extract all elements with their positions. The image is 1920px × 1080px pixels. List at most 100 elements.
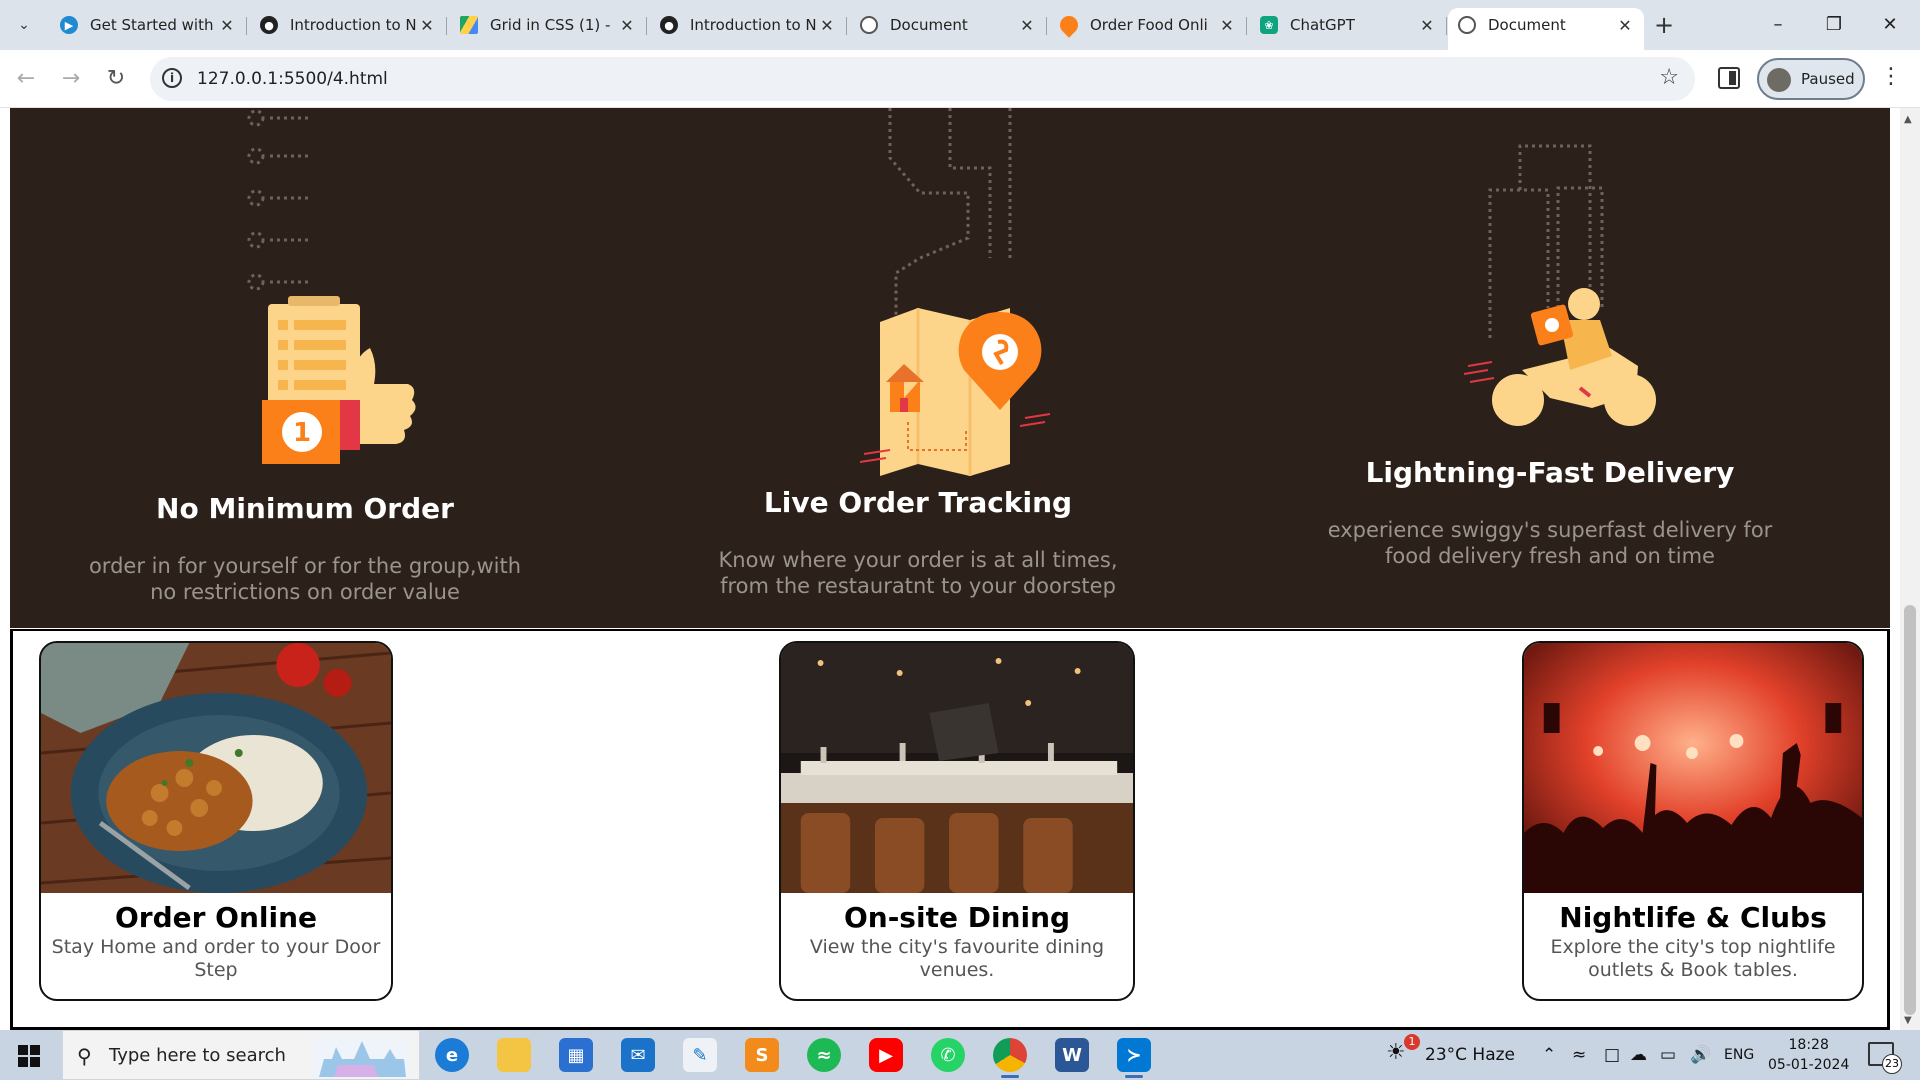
browser-tab[interactable]: Grid in CSS (1) - ✕	[450, 8, 647, 42]
profile-button[interactable]: Paused	[1757, 58, 1865, 100]
pdf-reader-icon[interactable]: ✎	[683, 1038, 717, 1072]
features-section: 1 No Minimum Order order in for yourself…	[10, 108, 1890, 628]
network-icon[interactable]: ≈	[1572, 1045, 1586, 1065]
show-hidden-icons-chevron-icon[interactable]: ⌃	[1542, 1045, 1556, 1065]
scrollbar-thumb[interactable]	[1904, 605, 1916, 1015]
browser-tab[interactable]: ● Introduction to N ✕	[650, 8, 847, 42]
bookmark-star-icon[interactable]: ☆	[1659, 65, 1679, 90]
feature-lightning-fast-delivery: Lightning-Fast Delivery experience swigg…	[1310, 456, 1790, 569]
menu-kebab-icon[interactable]: ⋮	[1880, 64, 1902, 89]
word-icon[interactable]: W	[1055, 1038, 1089, 1072]
back-button[interactable]: ←	[10, 63, 42, 95]
spotify-icon[interactable]: ≈	[807, 1038, 841, 1072]
browser-tab[interactable]: ▶ Get Started with ✕	[50, 8, 247, 42]
system-clock[interactable]: 18:28 05-01-2024	[1768, 1035, 1849, 1075]
browser-tab[interactable]: Order Food Onli ✕	[1050, 8, 1247, 42]
taskbar-search-box[interactable]: ⚲ Type here to search	[62, 1030, 420, 1080]
card-order-online[interactable]: Order Online Stay Home and order to your…	[39, 641, 393, 1001]
weather-icon[interactable]: ☀	[1386, 1040, 1406, 1065]
delivery-scooter-icon	[1463, 144, 1656, 426]
volume-icon[interactable]: 🔊	[1690, 1045, 1711, 1065]
forward-button[interactable]: →	[55, 63, 87, 95]
restaurant-interior-photo	[781, 643, 1133, 893]
close-window-button[interactable]: ✕	[1860, 10, 1920, 40]
browser-toolbar: ← → ↻ i 127.0.0.1:5500/4.html ☆ Paused ⋮	[0, 50, 1920, 108]
notification-center-icon[interactable]: 23	[1868, 1042, 1902, 1074]
food-plate-photo	[41, 643, 391, 893]
tab-title: Document	[1488, 16, 1566, 34]
weather-badge: 1	[1404, 1034, 1420, 1050]
notification-count: 23	[1882, 1054, 1902, 1074]
battery-icon[interactable]: ▭	[1660, 1045, 1676, 1065]
card-description: Stay Home and order to your Door Step	[51, 936, 381, 981]
windows-start-icon[interactable]	[18, 1045, 40, 1067]
search-placeholder: Type here to search	[109, 1045, 286, 1066]
language-indicator[interactable]: ENG	[1724, 1047, 1754, 1063]
scroll-up-arrow-icon[interactable]: ▲	[1904, 114, 1912, 125]
url-text[interactable]: 127.0.0.1:5500/4.html	[197, 69, 388, 89]
services-cards-section: Order Online Stay Home and order to your…	[10, 629, 1890, 1030]
close-tab-icon[interactable]: ✕	[1418, 16, 1436, 35]
side-panel-icon[interactable]	[1718, 67, 1740, 89]
tab-title: Introduction to N	[290, 16, 417, 34]
browser-tab[interactable]: ● Introduction to N ✕	[250, 8, 447, 42]
chrome-icon[interactable]	[993, 1038, 1027, 1078]
close-tab-icon[interactable]: ✕	[1616, 16, 1634, 35]
site-info-icon[interactable]: i	[162, 68, 182, 88]
globe-icon	[1458, 16, 1476, 34]
cloud-icon[interactable]: ☁	[1630, 1045, 1647, 1065]
close-tab-icon[interactable]: ✕	[218, 16, 236, 35]
feature-title: Lightning-Fast Delivery	[1365, 456, 1735, 489]
clock-time: 18:28	[1788, 1037, 1829, 1053]
new-tab-button[interactable]: +	[1650, 12, 1678, 40]
tab-title: ChatGPT	[1290, 16, 1355, 34]
close-tab-icon[interactable]: ✕	[418, 16, 436, 35]
card-nightlife-clubs[interactable]: Nightlife & Clubs Explore the city's top…	[1522, 641, 1864, 1001]
microsoft-store-icon[interactable]: ▦	[559, 1038, 593, 1072]
clipboard-thumbs-up-icon: 1	[247, 109, 416, 464]
reload-button[interactable]: ↻	[100, 63, 132, 95]
file-explorer-icon[interactable]	[497, 1038, 531, 1072]
feature-title: No Minimum Order	[156, 492, 454, 525]
card-description: View the city's favourite dining venues.	[809, 936, 1105, 981]
web-icon: ●	[660, 16, 678, 34]
tab-title: Grid in CSS (1) -	[490, 16, 611, 34]
svg-text:1: 1	[293, 418, 311, 448]
card-title: On-site Dining	[843, 901, 1071, 934]
browser-tab[interactable]: Document ✕	[850, 8, 1047, 42]
avatar	[1767, 68, 1791, 92]
google-drive-icon	[460, 16, 478, 34]
sublime-text-icon[interactable]: S	[745, 1038, 779, 1072]
vscode-icon[interactable]: ≻	[1117, 1038, 1151, 1078]
map-location-pin-icon	[860, 108, 1051, 476]
browser-tab-active[interactable]: Document ✕	[1448, 8, 1644, 50]
scroll-down-arrow-icon[interactable]: ▼	[1904, 1015, 1912, 1026]
close-tab-icon[interactable]: ✕	[1218, 16, 1236, 35]
device-icon[interactable]: □	[1604, 1045, 1620, 1065]
card-description: Explore the city's top nightlife outlets…	[1550, 936, 1836, 981]
feature-title: Live Order Tracking	[763, 486, 1073, 519]
edge-icon[interactable]: e	[435, 1038, 469, 1072]
feature-no-minimum-order: No Minimum Order order in for yourself o…	[80, 492, 530, 605]
browser-tab[interactable]: ❀ ChatGPT ✕	[1250, 8, 1447, 42]
mail-icon[interactable]: ✉	[621, 1038, 655, 1072]
search-icon: ⚲	[77, 1044, 92, 1068]
restore-button[interactable]: ❐	[1804, 10, 1864, 40]
globe-icon	[860, 16, 878, 34]
tab-search-chevron-icon[interactable]: ⌄	[10, 12, 38, 38]
youtube-icon[interactable]: ▶	[869, 1038, 903, 1072]
minimize-button[interactable]: –	[1748, 10, 1808, 40]
close-tab-icon[interactable]: ✕	[818, 16, 836, 35]
profile-status-label: Paused	[1801, 70, 1855, 88]
close-tab-icon[interactable]: ✕	[618, 16, 636, 35]
tab-title: Get Started with	[90, 16, 214, 34]
vscode-icon: ▶	[60, 16, 78, 34]
address-bar[interactable]: i 127.0.0.1:5500/4.html ☆	[150, 57, 1695, 101]
page-scrollbar[interactable]: ▲ ▼	[1900, 108, 1920, 1030]
weather-text[interactable]: 23°C Haze	[1425, 1045, 1515, 1065]
close-tab-icon[interactable]: ✕	[1018, 16, 1036, 35]
page-viewport: 1 No Minimum Order order in for yourself…	[0, 108, 1900, 1030]
whatsapp-icon[interactable]: ✆	[931, 1038, 965, 1072]
web-icon: ●	[260, 16, 278, 34]
card-onsite-dining[interactable]: On-site Dining View the city's favourite…	[779, 641, 1135, 1001]
